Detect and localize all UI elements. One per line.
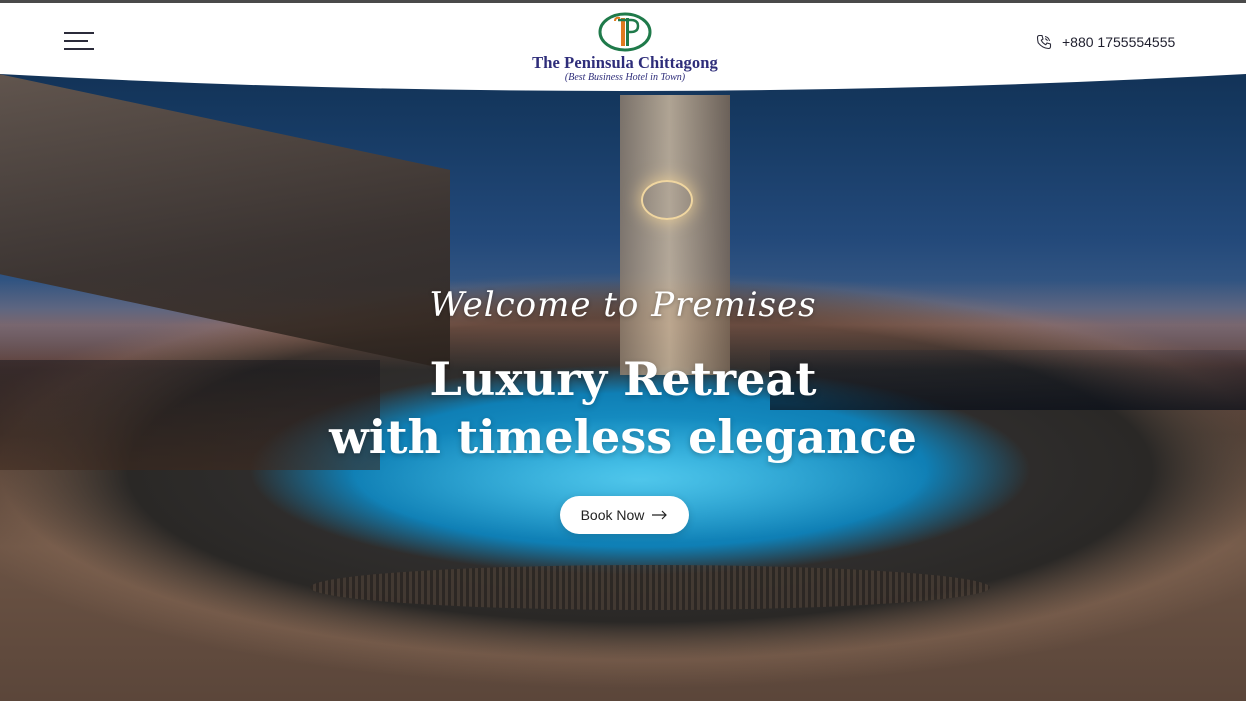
hero-title-line-1: Luxury Retreat (429, 352, 817, 406)
brand-logo[interactable]: The Peninsula Chittagong (Best Business … (515, 12, 735, 88)
book-now-button[interactable]: Book Now (560, 496, 689, 534)
site-header: The Peninsula Chittagong (Best Business … (0, 0, 1246, 96)
hamburger-menu-icon[interactable] (64, 30, 96, 52)
hero-script-heading: Welcome to Premises (429, 285, 817, 325)
phone-number: +880 1755554555 (1062, 34, 1176, 50)
book-now-label: Book Now (580, 507, 645, 523)
pool-grate (310, 565, 990, 610)
tower-logo-sign (641, 180, 693, 220)
brand-name: The Peninsula Chittagong (532, 53, 718, 72)
brand-tagline: (Best Business Hotel in Town) (564, 72, 686, 83)
hero-title: Luxury Retreat with timeless elegance (300, 350, 946, 466)
hero-background-image: Welcome to Premises Luxury Retreat with … (0, 0, 1246, 701)
phone-contact[interactable]: +880 1755554555 (1036, 32, 1175, 52)
hero-title-line-2: with timeless elegance (329, 410, 917, 464)
phone-icon (1036, 34, 1052, 50)
arrow-right-icon (652, 510, 668, 520)
peninsula-logo-mark (598, 12, 652, 52)
top-rule (0, 0, 1246, 3)
hero-content: Welcome to Premises Luxury Retreat with … (300, 282, 946, 534)
